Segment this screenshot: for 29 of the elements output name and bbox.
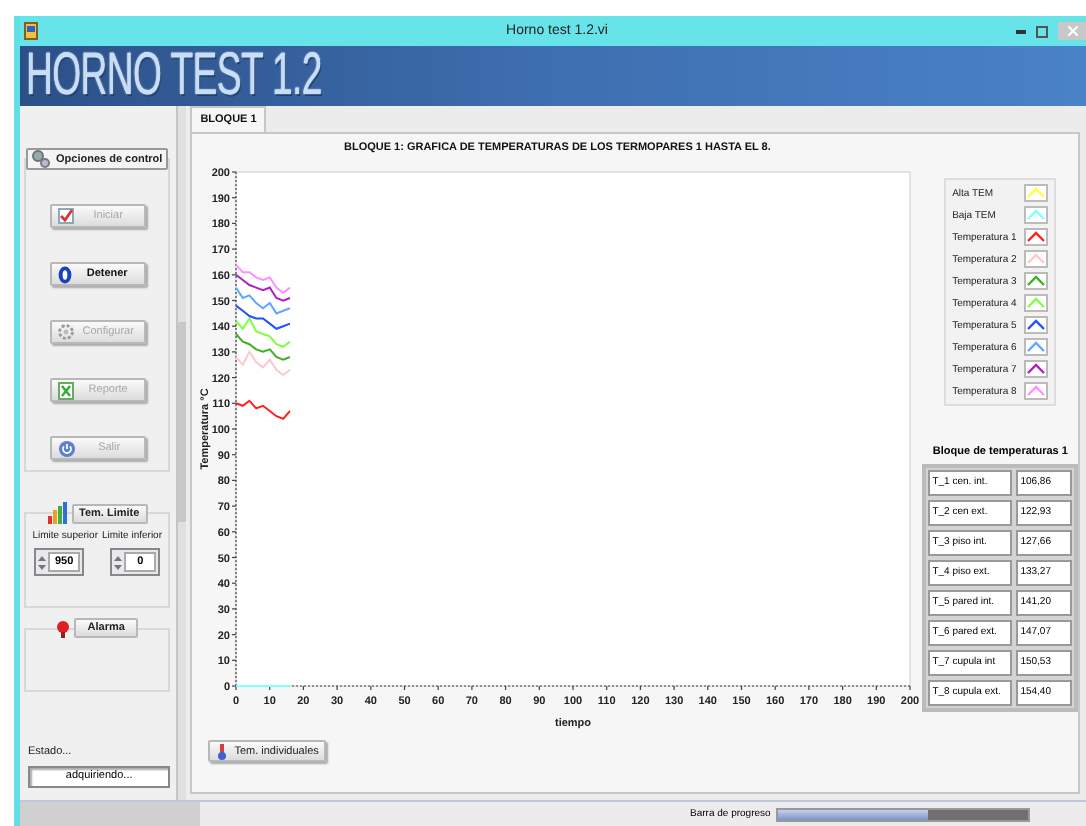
bar-chart-icon — [47, 502, 68, 524]
legend-swatch[interactable] — [1024, 294, 1049, 312]
legend-swatch[interactable] — [1024, 228, 1049, 246]
close-button[interactable] — [1058, 22, 1086, 40]
spin-arrows-icon[interactable] — [114, 553, 123, 571]
legend-swatch[interactable] — [1024, 272, 1049, 290]
alarm-light-icon — [56, 620, 71, 638]
checkbox-icon — [57, 208, 74, 224]
legend-swatch[interactable] — [1024, 360, 1049, 378]
scrollbar-thumb[interactable] — [178, 322, 187, 522]
maximize-icon[interactable] — [1036, 25, 1048, 37]
legend-swatch[interactable] — [1024, 206, 1049, 224]
app-title: HORNO TEST 1.2 — [26, 46, 322, 106]
power-icon — [57, 265, 72, 283]
gear-icon — [57, 324, 74, 340]
close-icon — [1067, 26, 1077, 36]
legend-swatch[interactable] — [1024, 184, 1049, 202]
legend-swatch[interactable] — [1024, 338, 1049, 356]
legend-swatch[interactable] — [1024, 250, 1049, 268]
scrollbar[interactable] — [176, 106, 187, 800]
gears-icon — [32, 150, 50, 168]
power-icon — [57, 439, 76, 457]
legend-swatch[interactable] — [1024, 382, 1049, 400]
minimize-icon[interactable] — [1016, 28, 1026, 34]
app-icon — [24, 22, 38, 40]
legend-swatch[interactable] — [1024, 316, 1049, 334]
thermometer-icon — [216, 743, 229, 759]
spreadsheet-icon — [57, 381, 74, 399]
spin-arrows-icon[interactable] — [38, 553, 47, 571]
